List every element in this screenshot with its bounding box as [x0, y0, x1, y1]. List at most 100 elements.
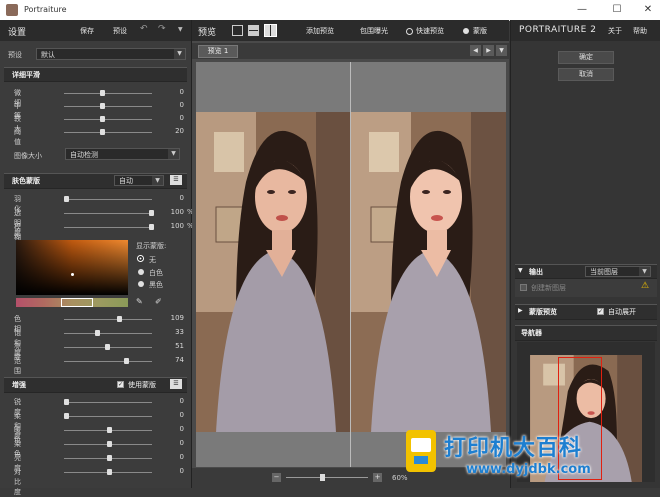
- header-menu-chevron-icon[interactable]: ▼: [178, 26, 183, 33]
- hue-range-bar[interactable]: [16, 298, 128, 307]
- slider-thumb[interactable]: [64, 399, 69, 405]
- slider-value[interactable]: 0: [159, 411, 184, 419]
- slider-value[interactable]: 51: [159, 342, 184, 350]
- auto-expand-checkbox[interactable]: ✓: [597, 308, 604, 315]
- slider-track[interactable]: [64, 132, 152, 133]
- slider-value[interactable]: 20: [159, 127, 184, 135]
- save-preset-button[interactable]: 保存: [80, 26, 94, 36]
- redo-icon[interactable]: ↷: [158, 24, 166, 34]
- hue-range-selector[interactable]: [61, 298, 93, 307]
- slider-thumb[interactable]: [104, 344, 110, 350]
- slider-track[interactable]: [64, 333, 152, 334]
- slider-thumb[interactable]: [123, 358, 129, 364]
- slider-track[interactable]: [64, 93, 152, 94]
- preset-dropdown[interactable]: 默认 ▼: [36, 48, 186, 60]
- slider-value[interactable]: 0: [159, 439, 184, 447]
- detail-smoothing-header[interactable]: 详细平滑: [4, 67, 187, 82]
- slider-thumb[interactable]: [106, 441, 112, 447]
- slider-thumb[interactable]: [99, 103, 105, 109]
- minimize-button[interactable]: —: [570, 2, 594, 18]
- slider-value[interactable]: 0: [159, 425, 184, 433]
- slider-track[interactable]: [64, 106, 152, 107]
- slider-thumb[interactable]: [64, 413, 69, 419]
- color-picker-marker[interactable]: [71, 273, 74, 276]
- zoom-slider-thumb[interactable]: [320, 474, 325, 481]
- slider-thumb[interactable]: [99, 129, 105, 135]
- slider-value[interactable]: 0: [159, 101, 184, 109]
- single-view-icon[interactable]: [232, 25, 243, 36]
- slider-value[interactable]: 0: [159, 88, 184, 96]
- chevron-down-icon: ▼: [639, 267, 650, 276]
- slider-track[interactable]: [64, 119, 152, 120]
- add-preview-button[interactable]: 添加预览: [306, 26, 334, 36]
- show-mask-white-radio[interactable]: [138, 269, 144, 275]
- slider-value[interactable]: 33: [159, 328, 184, 336]
- slider-track[interactable]: [64, 361, 152, 362]
- slider-thumb[interactable]: [64, 196, 69, 202]
- slider-value[interactable]: 74: [159, 356, 184, 364]
- slider-track[interactable]: [64, 402, 152, 403]
- preview-tab-1[interactable]: 预览 1: [198, 45, 238, 58]
- slider-thumb[interactable]: [149, 224, 154, 230]
- show-mask-black-radio[interactable]: [138, 281, 144, 287]
- skin-mask-header[interactable]: 肤色蒙版 自动 ▼ ☰: [4, 173, 187, 189]
- slider-track[interactable]: [64, 319, 152, 320]
- close-button[interactable]: ✕: [636, 2, 660, 18]
- maximize-button[interactable]: ☐: [605, 2, 629, 18]
- bracket-exposure-button[interactable]: 包围曝光: [360, 26, 388, 36]
- slider-track[interactable]: [64, 416, 152, 417]
- slider-thumb[interactable]: [99, 116, 105, 122]
- skin-color-picker[interactable]: [16, 240, 128, 295]
- image-size-dropdown[interactable]: 自动检测 ▼: [65, 148, 180, 160]
- slider-track[interactable]: [64, 227, 152, 228]
- split-horizontal-icon[interactable]: [248, 25, 259, 36]
- slider-value[interactable]: 0: [159, 114, 184, 122]
- navigator-header[interactable]: 导航器: [515, 325, 657, 341]
- slider-thumb[interactable]: [106, 427, 112, 433]
- new-layer-checkbox[interactable]: [520, 284, 527, 291]
- use-mask-checkbox[interactable]: ✓: [117, 381, 124, 388]
- zoom-in-icon[interactable]: +: [373, 473, 382, 482]
- slider-thumb[interactable]: [99, 90, 105, 96]
- enhance-header[interactable]: 增强 ✓ 使用蒙版 ☰: [4, 377, 187, 393]
- tab-prev-icon[interactable]: ◀: [470, 45, 481, 56]
- quick-preview-radio[interactable]: [406, 28, 413, 35]
- eyedropper-icon[interactable]: ✎: [136, 297, 146, 307]
- slider-value[interactable]: 0: [159, 453, 184, 461]
- output-destination-dropdown[interactable]: 当前图层 ▼: [585, 266, 651, 277]
- help-button[interactable]: 帮助: [633, 26, 647, 36]
- cancel-button[interactable]: 取消: [558, 68, 614, 81]
- zoom-out-icon[interactable]: −: [272, 473, 281, 482]
- slider-thumb[interactable]: [106, 469, 112, 475]
- enhance-menu-icon[interactable]: ☰: [170, 379, 182, 389]
- slider-value[interactable]: 109: [159, 314, 184, 322]
- split-vertical-icon[interactable]: [264, 24, 277, 37]
- preview-canvas[interactable]: [196, 62, 506, 467]
- slider-track[interactable]: [64, 199, 152, 200]
- output-header[interactable]: ▼ 输出 当前图层 ▼: [515, 264, 657, 279]
- slider-track[interactable]: [64, 213, 152, 214]
- slider-thumb[interactable]: [149, 210, 154, 216]
- slider-value[interactable]: 0: [159, 397, 184, 405]
- mask-preview-header[interactable]: ▶ 蒙版预览 ✓ 自动展开: [515, 304, 657, 320]
- mask-radio[interactable]: [463, 28, 469, 34]
- about-button[interactable]: 关于: [608, 26, 622, 36]
- skin-mask-mode-dropdown[interactable]: 自动 ▼: [114, 175, 164, 186]
- slider-thumb[interactable]: [94, 330, 100, 336]
- slider-thumb[interactable]: [106, 455, 112, 461]
- slider-value[interactable]: 0: [159, 194, 184, 202]
- presets-button[interactable]: 预设: [113, 26, 127, 36]
- skin-mask-menu-icon[interactable]: ☰: [170, 175, 182, 185]
- ok-button[interactable]: 确定: [558, 51, 614, 64]
- slider-value[interactable]: 100: [159, 208, 184, 216]
- eyedropper-minus-icon[interactable]: ✐: [155, 297, 165, 307]
- quick-preview-label: 快速预览: [416, 27, 444, 35]
- tab-next-icon[interactable]: ▶: [483, 45, 494, 56]
- slider-thumb[interactable]: [116, 316, 122, 322]
- tab-menu-icon[interactable]: ▼: [496, 45, 507, 56]
- undo-icon[interactable]: ↶: [140, 24, 148, 34]
- show-mask-none-radio[interactable]: [138, 256, 143, 261]
- slider-value[interactable]: 100: [159, 222, 184, 230]
- zoom-slider-track[interactable]: [286, 477, 368, 478]
- slider-value[interactable]: 0: [159, 467, 184, 475]
